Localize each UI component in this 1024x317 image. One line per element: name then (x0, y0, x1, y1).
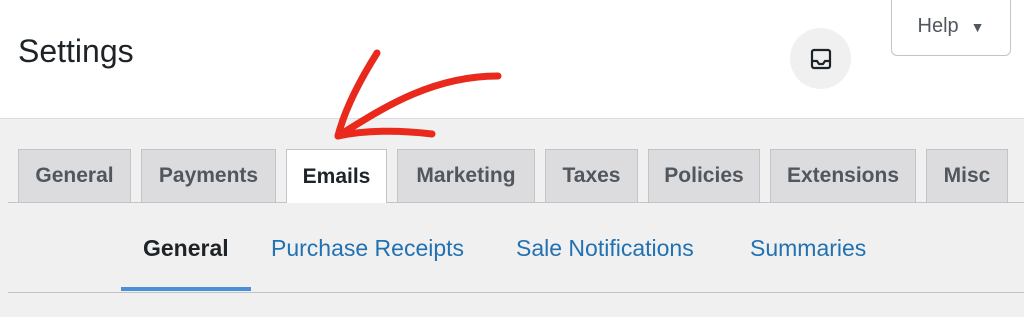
inbox-icon (810, 48, 831, 69)
tab-label: Taxes (562, 164, 621, 187)
tab-misc[interactable]: Misc (926, 149, 1008, 202)
settings-page: Settings Help ▼ General Payments Emails … (0, 0, 1024, 317)
tabs-baseline (8, 202, 1024, 203)
subnav-sale-notifications[interactable]: Sale Notifications (516, 232, 694, 264)
inbox-button[interactable] (790, 28, 851, 89)
tab-emails[interactable]: Emails (286, 149, 387, 203)
tab-label: Extensions (786, 164, 900, 187)
annotation-arrow-icon (334, 49, 502, 140)
tab-label: Marketing (416, 164, 516, 187)
chevron-down-icon: ▼ (970, 18, 985, 35)
subnav-general[interactable]: General (143, 232, 229, 264)
page-title: Settings (18, 33, 134, 69)
subnav-divider (8, 292, 1024, 293)
tab-marketing[interactable]: Marketing (397, 149, 535, 202)
tab-label: Payments (158, 164, 259, 187)
tab-label: Emails (302, 164, 371, 188)
tab-extensions[interactable]: Extensions (770, 149, 916, 202)
tab-policies[interactable]: Policies (648, 149, 760, 202)
tab-taxes[interactable]: Taxes (545, 149, 638, 202)
subnav-summaries[interactable]: Summaries (750, 232, 866, 264)
tab-label: Misc (943, 164, 991, 187)
subnav-purchase-receipts[interactable]: Purchase Receipts (271, 232, 464, 264)
tab-label: General (35, 164, 114, 187)
help-label: Help (917, 15, 959, 37)
tab-general[interactable]: General (18, 149, 131, 202)
tab-label: Policies (664, 164, 744, 187)
tab-payments[interactable]: Payments (141, 149, 276, 202)
active-subnav-indicator (121, 287, 251, 291)
help-button[interactable]: Help ▼ (891, 0, 1011, 56)
